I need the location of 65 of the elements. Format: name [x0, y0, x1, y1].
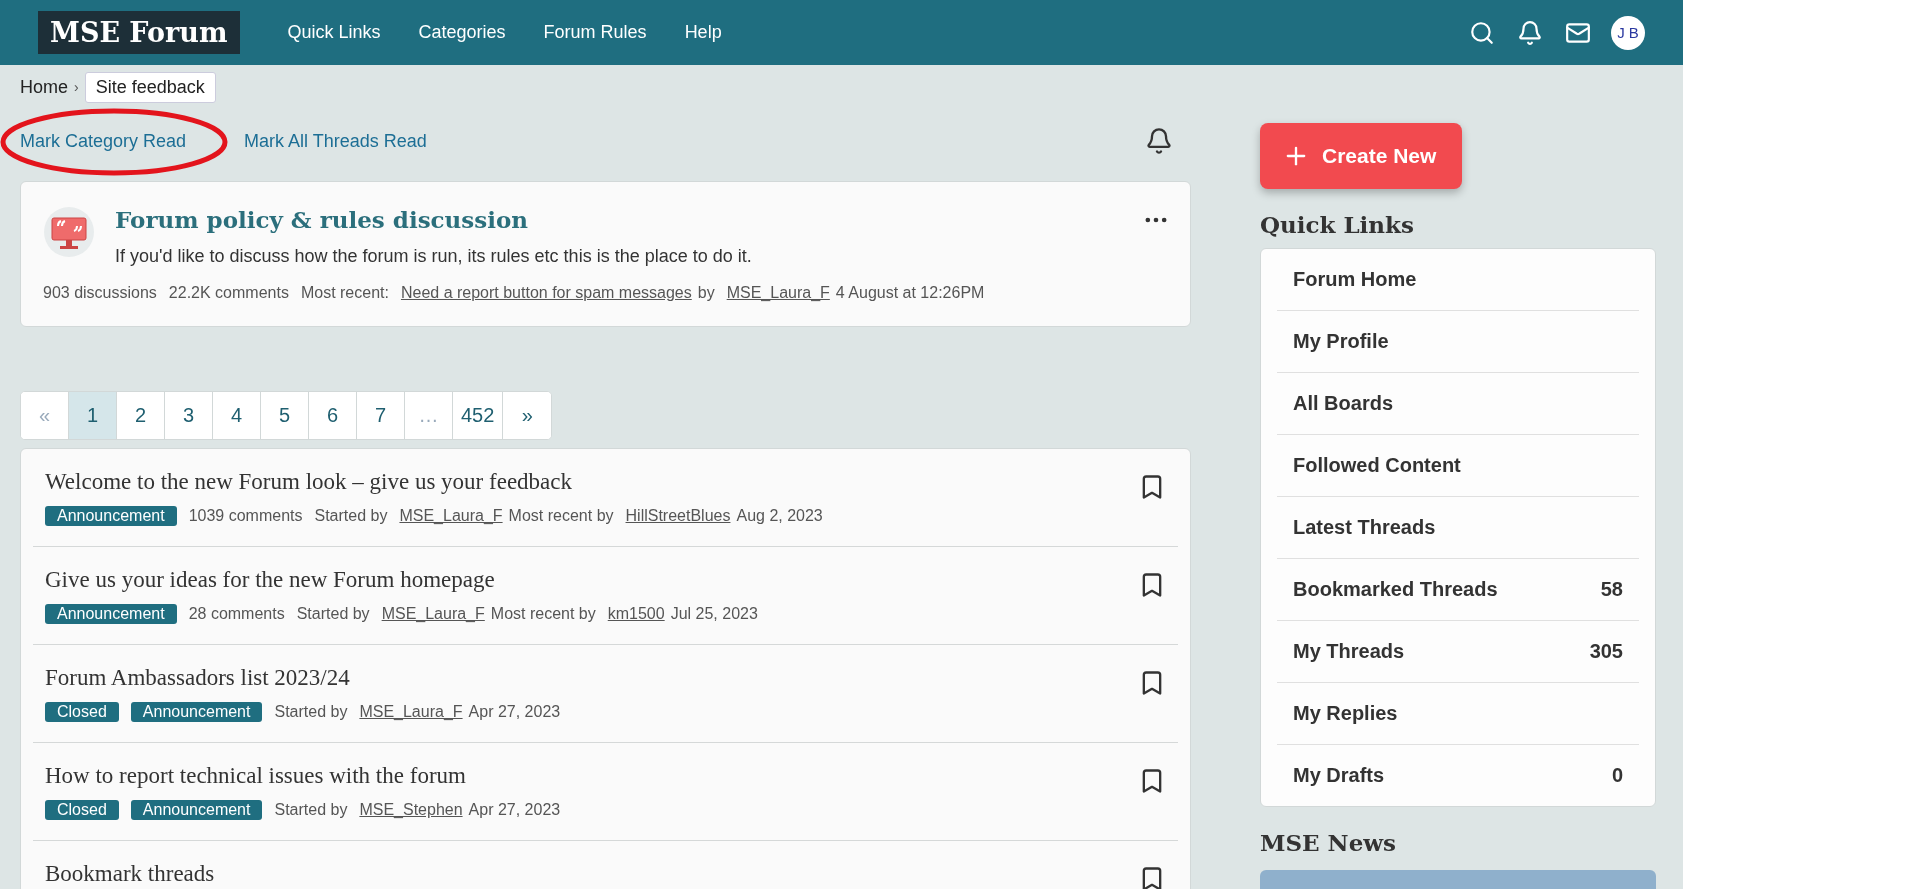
- category-title[interactable]: Forum policy & rules discussion: [115, 206, 1122, 233]
- thread-meta: Most recent by: [490, 605, 596, 623]
- thread-meta: Started by: [296, 605, 370, 623]
- thread-title[interactable]: How to report technical issues with the forum: [45, 763, 1138, 789]
- tag: Closed: [45, 800, 119, 820]
- user-link[interactable]: MSE_Laura_F: [359, 703, 463, 721]
- search-icon[interactable]: [1469, 19, 1495, 46]
- quick-link[interactable]: Followed Content: [1277, 435, 1639, 497]
- category-description: If you'd like to discuss how the forum is run, its rules etc this is the place to do it.: [115, 246, 753, 267]
- user-link[interactable]: km1500: [607, 605, 665, 623]
- thread-title[interactable]: Forum Ambassadors list 2023/24: [45, 665, 1138, 691]
- thread-meta: Started by: [274, 801, 348, 819]
- category-meta: Most recent:: [300, 284, 389, 302]
- thread-meta: 28 comments: [188, 605, 285, 623]
- tag: Announcement: [130, 702, 263, 722]
- section-heading: Quick Links: [1260, 211, 1415, 238]
- quick-link[interactable]: Forum Home: [1277, 249, 1639, 311]
- bell-icon[interactable]: [1517, 19, 1543, 46]
- thread-title[interactable]: Welcome to the new Forum look – give us your feedback: [45, 469, 1138, 495]
- nav-link[interactable]: Forum Rules: [543, 22, 647, 43]
- nav-link[interactable]: Quick Links: [287, 22, 381, 43]
- thread-meta: Jul 25, 2023: [670, 605, 758, 623]
- tag: Announcement: [45, 506, 177, 526]
- quick-link[interactable]: My Threads 305: [1277, 621, 1639, 683]
- quick-link[interactable]: My Profile: [1277, 311, 1639, 373]
- thread-meta: Started by: [314, 507, 388, 525]
- quick-link[interactable]: Bookmarked Threads 58: [1277, 559, 1639, 621]
- breadcrumb-link[interactable]: Site feedback: [84, 71, 216, 103]
- tag: Announcement: [130, 800, 263, 820]
- tag: Closed: [45, 702, 119, 722]
- user-link[interactable]: MSE_Stephen: [359, 801, 463, 819]
- create-new-button[interactable]: Create New: [1260, 123, 1462, 189]
- breadcrumb-link[interactable]: Home: [20, 76, 68, 98]
- category-meta: 903 discussions: [43, 284, 157, 302]
- thread-title[interactable]: Give us your ideas for the new Forum homepage: [45, 567, 1138, 593]
- monitor-icon: [43, 206, 95, 258]
- thread-title[interactable]: Bookmark threads: [45, 861, 1138, 887]
- user-link[interactable]: HillStreetBlues: [625, 507, 731, 525]
- user-link[interactable]: MSE_Laura_F: [399, 507, 503, 525]
- logo[interactable]: MSE Forum: [38, 11, 240, 54]
- mark-read-link[interactable]: Mark All Threads Read: [244, 130, 427, 152]
- user-link[interactable]: Need a report button for spam messages: [400, 284, 692, 302]
- section-heading: MSE News: [1260, 829, 1397, 856]
- user-avatar[interactable]: J B: [1611, 15, 1645, 50]
- category-meta: by: [697, 284, 715, 302]
- user-link[interactable]: MSE_Laura_F: [381, 605, 485, 623]
- breadcrumb-separator: ›: [74, 79, 79, 95]
- thread-meta: Apr 27, 2023: [468, 703, 561, 721]
- nav-link[interactable]: Help: [684, 22, 722, 43]
- bell-icon[interactable]: [1145, 127, 1173, 155]
- quick-link[interactable]: My Replies: [1277, 683, 1639, 745]
- category-meta: 4 August at 12:26PM: [835, 284, 985, 302]
- thread-meta: Started by: [274, 703, 348, 721]
- tag: Announcement: [45, 604, 177, 624]
- thread-meta: 1039 comments: [188, 507, 303, 525]
- thread-meta: Aug 2, 2023: [736, 507, 823, 525]
- category-meta: 22.2K comments: [168, 284, 289, 302]
- nav-link[interactable]: Categories: [418, 22, 506, 43]
- quick-link[interactable]: My Drafts 0: [1277, 745, 1639, 806]
- thread-meta: Apr 27, 2023: [468, 801, 561, 819]
- thread-meta: Most recent by: [508, 507, 614, 525]
- quick-link[interactable]: All Boards: [1277, 373, 1639, 435]
- user-link[interactable]: MSE_Laura_F: [726, 284, 830, 302]
- quick-link[interactable]: Latest Threads: [1277, 497, 1639, 559]
- page-button[interactable]: 1: [69, 392, 117, 439]
